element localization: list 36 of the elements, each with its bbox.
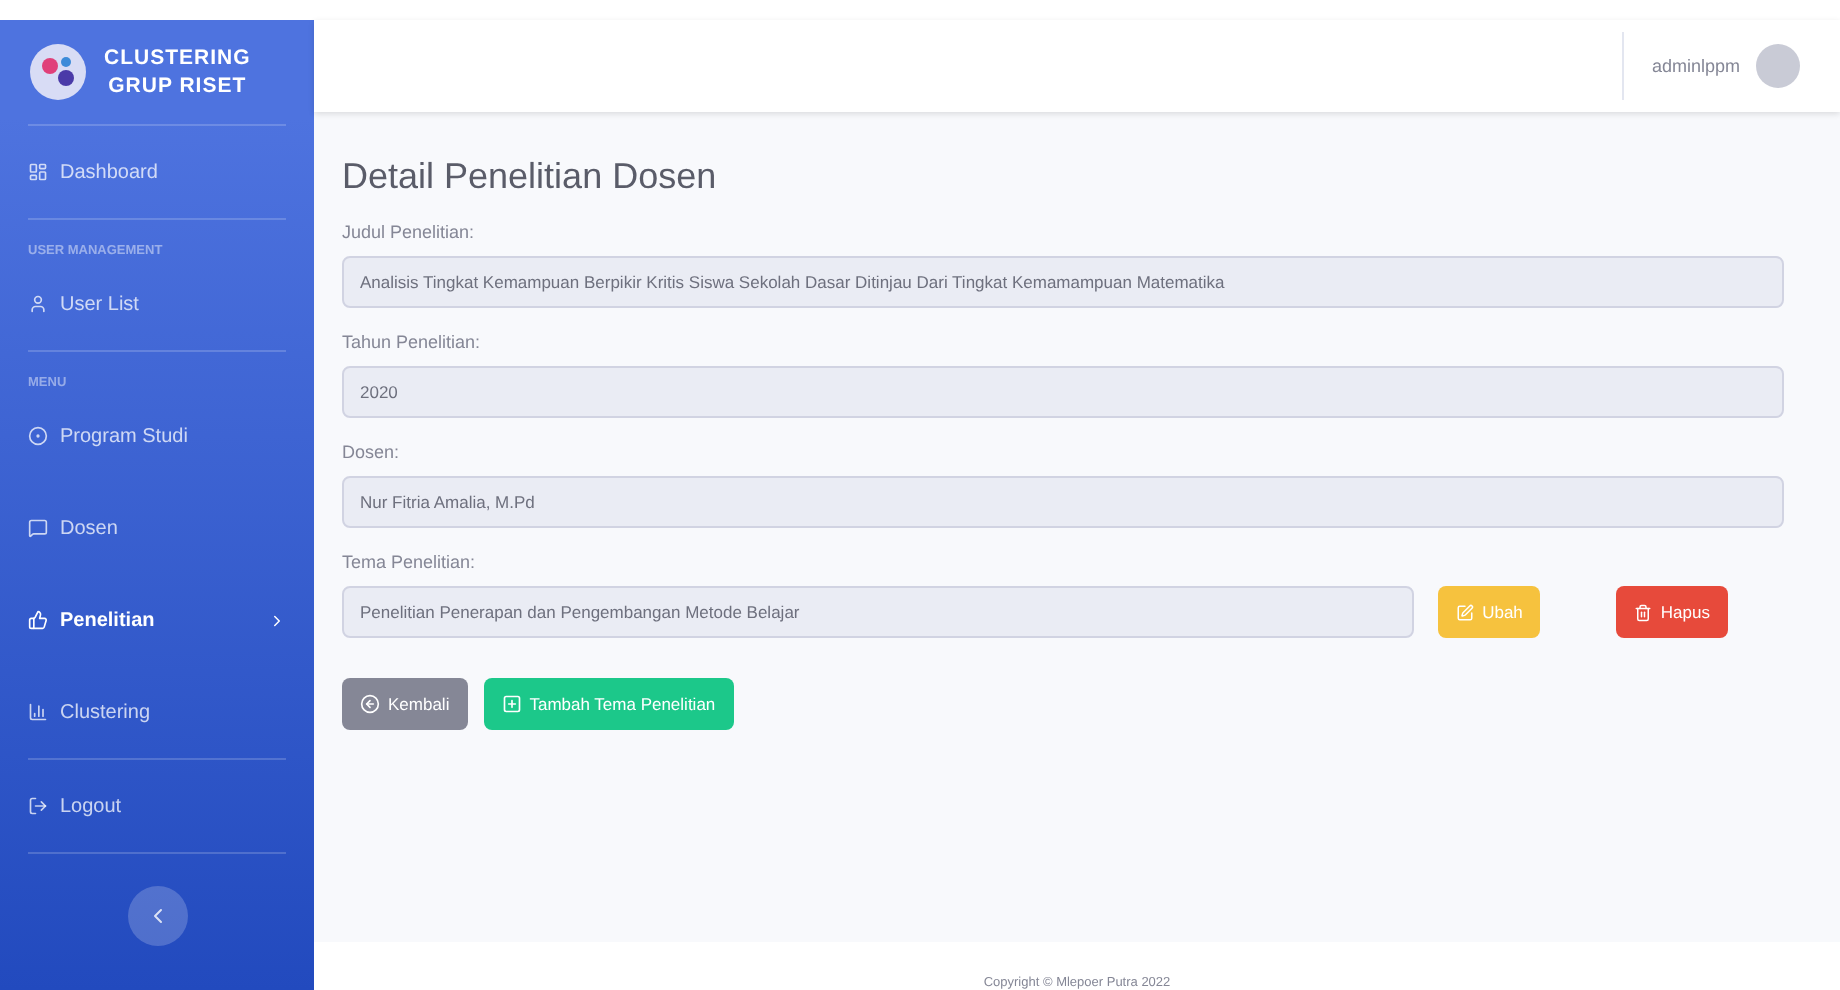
page-title: Detail Penelitian Dosen [342, 156, 719, 198]
bar-chart-icon [28, 702, 48, 722]
trash-icon [1634, 603, 1653, 621]
input-field[interactable]: Nur Fitria Amalia, M.Pd [342, 476, 1784, 528]
user-icon [28, 294, 48, 314]
chevron-icon [268, 611, 286, 629]
logo-icon [28, 42, 88, 102]
field-label: Tema Penelitian: [342, 552, 478, 572]
dashboard-icon [28, 162, 48, 182]
input-field[interactable]: Penelitian Penerapan dan Pengembangan Metode Belajar [342, 586, 1415, 638]
field-label: Dosen: [342, 442, 402, 462]
sidebar-item[interactable]: Dosen [28, 482, 286, 574]
add-button[interactable]: Tambah Tema Penelitian [483, 678, 734, 730]
sidebar-item[interactable]: User List [28, 258, 286, 350]
brand-name: CLUSTERING GRUP RISET [104, 44, 251, 100]
input-field[interactable]: Analisis Tingkat Kemampuan Berpikir Kritis Siswa Sekolah Dasar Ditinjau Dari Tingkat Kemamampuan Matematika [342, 256, 1784, 308]
user-name[interactable]: adminlppm [1651, 56, 1740, 76]
sidebar-toggle-button[interactable] [127, 886, 187, 946]
chat-bubble-icon [28, 518, 48, 538]
delete-button[interactable]: Hapus [1616, 586, 1728, 638]
sidebar-item[interactable]: Program Studi [28, 390, 286, 482]
sidebar-item[interactable]: Clustering [28, 666, 286, 758]
circle-icon [28, 426, 48, 446]
input-field[interactable]: 2020 [342, 366, 1784, 418]
sidebar-item[interactable]: Penelitian [28, 574, 286, 666]
field-label: Tahun Penelitian: [342, 332, 483, 352]
avatar-icon[interactable] [1756, 44, 1800, 88]
plus-square-icon [501, 694, 522, 714]
edit-icon [1456, 603, 1475, 621]
thumbs-up-icon [28, 610, 48, 630]
logout-icon [28, 796, 48, 816]
back-button[interactable]: Kembali [342, 678, 468, 730]
field-label: Judul Penelitian: [342, 222, 477, 242]
arrow-left-circle-icon [360, 694, 380, 714]
sidebar-item[interactable]: Logout [28, 760, 286, 852]
sidebar-item[interactable]: Dashboard [28, 126, 286, 218]
